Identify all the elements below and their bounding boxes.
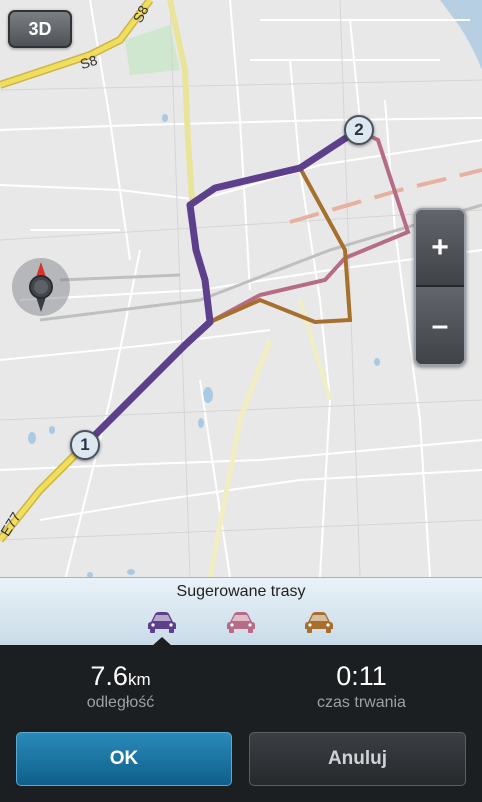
duration-value: 0:11 <box>336 661 387 691</box>
zoom-in-button[interactable]: + <box>416 210 464 287</box>
distance-value-row: 7.6km <box>0 661 241 692</box>
waypoint-start-marker[interactable]: 1 <box>70 430 100 460</box>
distance-unit: km <box>127 670 151 689</box>
compass[interactable] <box>12 258 70 316</box>
route-option-3-car-icon[interactable] <box>304 610 334 634</box>
waypoint-end-marker[interactable]: 2 <box>344 115 374 145</box>
route-option-1-car-icon[interactable] <box>147 610 177 634</box>
zoom-control: + – <box>414 208 466 366</box>
map-canvas[interactable] <box>0 0 482 577</box>
compass-icon <box>29 262 53 312</box>
route-option-2-car-icon[interactable] <box>226 610 256 634</box>
ok-button[interactable]: OK <box>16 732 232 786</box>
suggested-routes-title: Sugerowane trasy <box>176 583 306 600</box>
route-summary: 7.6km odległość 0:11 czas trwania OK Anu… <box>0 645 482 802</box>
3d-view-button[interactable]: 3D <box>8 10 72 48</box>
duration-label: czas trwania <box>317 694 406 711</box>
route-options <box>0 610 482 640</box>
duration-stat: 0:11 czas trwania <box>241 661 482 712</box>
cancel-button[interactable]: Anuluj <box>249 732 466 786</box>
distance-label: odległość <box>86 694 155 711</box>
zoom-out-button[interactable]: – <box>416 287 464 364</box>
distance-value: 7.6 <box>90 661 128 691</box>
suggested-routes-panel: Sugerowane trasy <box>0 577 482 646</box>
distance-stat: 7.6km odległość <box>0 661 241 712</box>
